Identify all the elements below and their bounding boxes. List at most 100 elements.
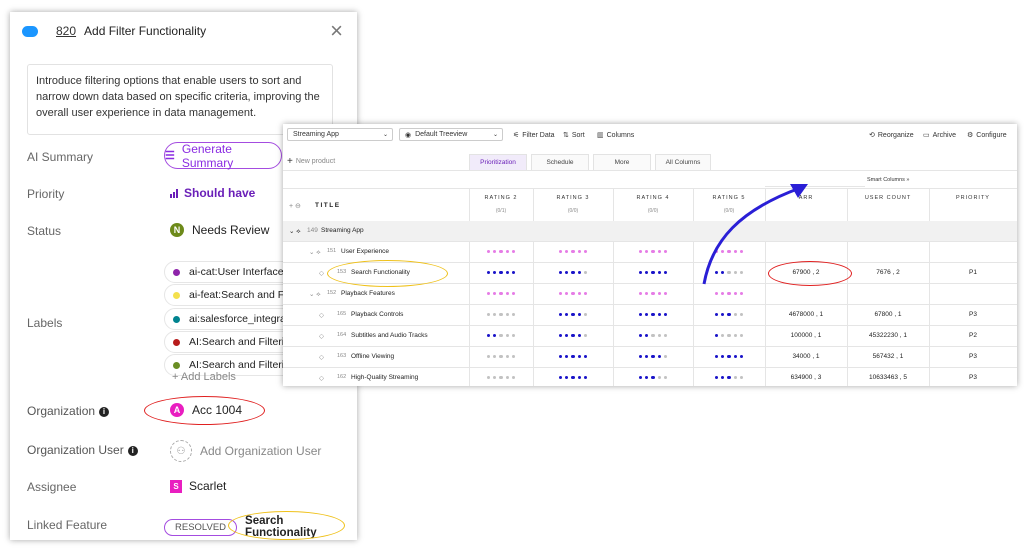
priority-cell[interactable]: P3 <box>929 374 1017 381</box>
user-count-cell[interactable]: 10633463 , 5 <box>847 374 929 381</box>
rating-dots[interactable] <box>487 376 515 380</box>
add-org-user-button[interactable]: ⚇ Add Organization User <box>170 440 321 462</box>
rating-dots[interactable] <box>559 250 587 254</box>
rating-dot <box>651 250 655 254</box>
info-icon: i <box>99 406 110 417</box>
rating-dots[interactable] <box>559 376 587 380</box>
rating-dots[interactable] <box>639 313 667 317</box>
root-row[interactable]: ⌄ ⟡ <box>289 227 301 236</box>
filter-data-button[interactable]: ⚟ Filter Data <box>513 131 555 140</box>
archive-icon: ▭ <box>923 132 930 139</box>
linked-feature-value[interactable]: RESOLVED Search Functionality <box>164 515 357 539</box>
arr-cell[interactable]: 34000 , 1 <box>765 353 847 360</box>
user-count-cell[interactable]: 567432 , 1 <box>847 353 929 360</box>
new-product-button[interactable]: + New product <box>287 156 335 167</box>
rating-dots[interactable] <box>487 355 515 359</box>
row-title[interactable]: User Experience <box>341 248 389 255</box>
rating-dots[interactable] <box>559 271 587 275</box>
row-drag-handle[interactable]: ◇ <box>319 332 324 340</box>
rating-dot <box>739 355 743 359</box>
view-select[interactable]: ◉ Default Treeview ⌄ <box>399 128 503 141</box>
priority-label: Priority <box>27 187 65 201</box>
user-count-cell[interactable]: 45322230 , 1 <box>847 332 929 339</box>
close-icon[interactable]: × <box>330 18 343 44</box>
rating-dot <box>565 355 569 359</box>
row-title[interactable]: Playback Features <box>341 290 395 297</box>
priority-cell[interactable]: P3 <box>929 353 1017 360</box>
rating-dots[interactable] <box>715 313 743 317</box>
archive-button[interactable]: ▭ Archive <box>923 131 956 140</box>
priority-value[interactable]: Should have <box>170 186 255 200</box>
linked-feature-link[interactable]: Search Functionality <box>245 515 357 539</box>
rating-dots[interactable] <box>715 292 743 296</box>
row-title[interactable]: Offline Viewing <box>351 353 394 360</box>
priority-cell[interactable]: P1 <box>929 269 1017 276</box>
row-title[interactable]: High-Quality Streaming <box>351 374 418 381</box>
rating-dots[interactable] <box>639 355 667 359</box>
sort-button[interactable]: ⇅ Sort <box>563 131 585 140</box>
row-drag-handle[interactable]: ◇ <box>319 311 324 319</box>
item-number-link[interactable]: 820 <box>56 24 76 38</box>
tab-prioritization[interactable]: Prioritization <box>469 154 527 170</box>
arr-cell[interactable]: 634900 , 3 <box>765 374 847 381</box>
rating-dots[interactable] <box>559 313 587 317</box>
rating-dots[interactable] <box>559 334 587 338</box>
rating-dot <box>583 313 587 317</box>
row-drag-handle[interactable]: ◇ <box>319 374 324 382</box>
priority-cell[interactable]: P2 <box>929 332 1017 339</box>
column-header-priority[interactable]: PRIORITY <box>929 195 1017 201</box>
organization-value[interactable]: A Acc 1004 <box>170 403 242 417</box>
rating-dots[interactable] <box>487 334 515 338</box>
row-drag-handle[interactable]: ◇ <box>319 353 324 361</box>
group-row-toggle[interactable]: ⌄ ⟡ <box>309 290 321 299</box>
org-user-label: Organization User i <box>27 443 138 457</box>
generate-summary-button[interactable]: ☰ Generate Summary <box>164 142 282 170</box>
column-header-rating-2[interactable]: RATING 2 <box>469 195 533 201</box>
arr-cell[interactable]: 4678000 , 1 <box>765 311 847 318</box>
rating-dots[interactable] <box>559 292 587 296</box>
rating-dots[interactable] <box>487 250 515 254</box>
rating-dot <box>583 376 587 380</box>
priority-cell[interactable]: P3 <box>929 311 1017 318</box>
rating-dots[interactable] <box>487 313 515 317</box>
rating-dots[interactable] <box>639 376 667 380</box>
row-title[interactable]: Search Functionality <box>351 269 410 276</box>
row-title[interactable]: Subtitles and Audio Tracks <box>351 332 428 339</box>
rating-dots[interactable] <box>559 355 587 359</box>
columns-button[interactable]: ▥ Columns <box>597 131 634 140</box>
configure-button[interactable]: ⚙ Configure <box>967 131 1007 140</box>
rating-dot <box>571 313 575 317</box>
tab-schedule[interactable]: Schedule <box>531 154 589 170</box>
rating-dots[interactable] <box>487 292 515 296</box>
group-row-toggle[interactable]: ⌄ ⟡ <box>309 248 321 257</box>
status-value[interactable]: N Needs Review <box>170 223 269 237</box>
reorganize-button[interactable]: ⟲ Reorganize <box>869 131 914 140</box>
add-labels-button[interactable]: + Add Labels <box>172 371 236 383</box>
user-count-cell[interactable]: 7676 , 2 <box>847 269 929 276</box>
tab-all-columns[interactable]: All Columns <box>655 154 711 170</box>
rating-dot <box>511 376 515 380</box>
rating-dots[interactable] <box>715 376 743 380</box>
rating-dot <box>487 250 491 254</box>
row-title[interactable]: Playback Controls <box>351 311 403 318</box>
rating-dots[interactable] <box>715 334 743 338</box>
rating-dots[interactable] <box>639 271 667 275</box>
rating-dots[interactable] <box>487 271 515 275</box>
row-drag-handle[interactable]: ◇ <box>319 269 324 277</box>
rating-dots[interactable] <box>639 292 667 296</box>
rating-dot <box>511 313 515 317</box>
column-header-rating-3[interactable]: RATING 3 <box>533 195 613 201</box>
assignee-value[interactable]: S Scarlet <box>170 479 226 493</box>
column-header-rating-4[interactable]: RATING 4 <box>613 195 693 201</box>
tab-more[interactable]: More <box>593 154 651 170</box>
rating-dot <box>559 250 563 254</box>
rating-dots[interactable] <box>715 355 743 359</box>
app-select[interactable]: Streaming App ⌄ <box>287 128 393 141</box>
rating-dots[interactable] <box>639 250 667 254</box>
row-line <box>283 283 1017 284</box>
rating-dots[interactable] <box>639 334 667 338</box>
column-header-user-count[interactable]: USER COUNT <box>847 195 929 201</box>
arr-cell[interactable]: 100000 , 1 <box>765 332 847 339</box>
user-count-cell[interactable]: 67800 , 1 <box>847 311 929 318</box>
rating-dot <box>577 271 581 275</box>
